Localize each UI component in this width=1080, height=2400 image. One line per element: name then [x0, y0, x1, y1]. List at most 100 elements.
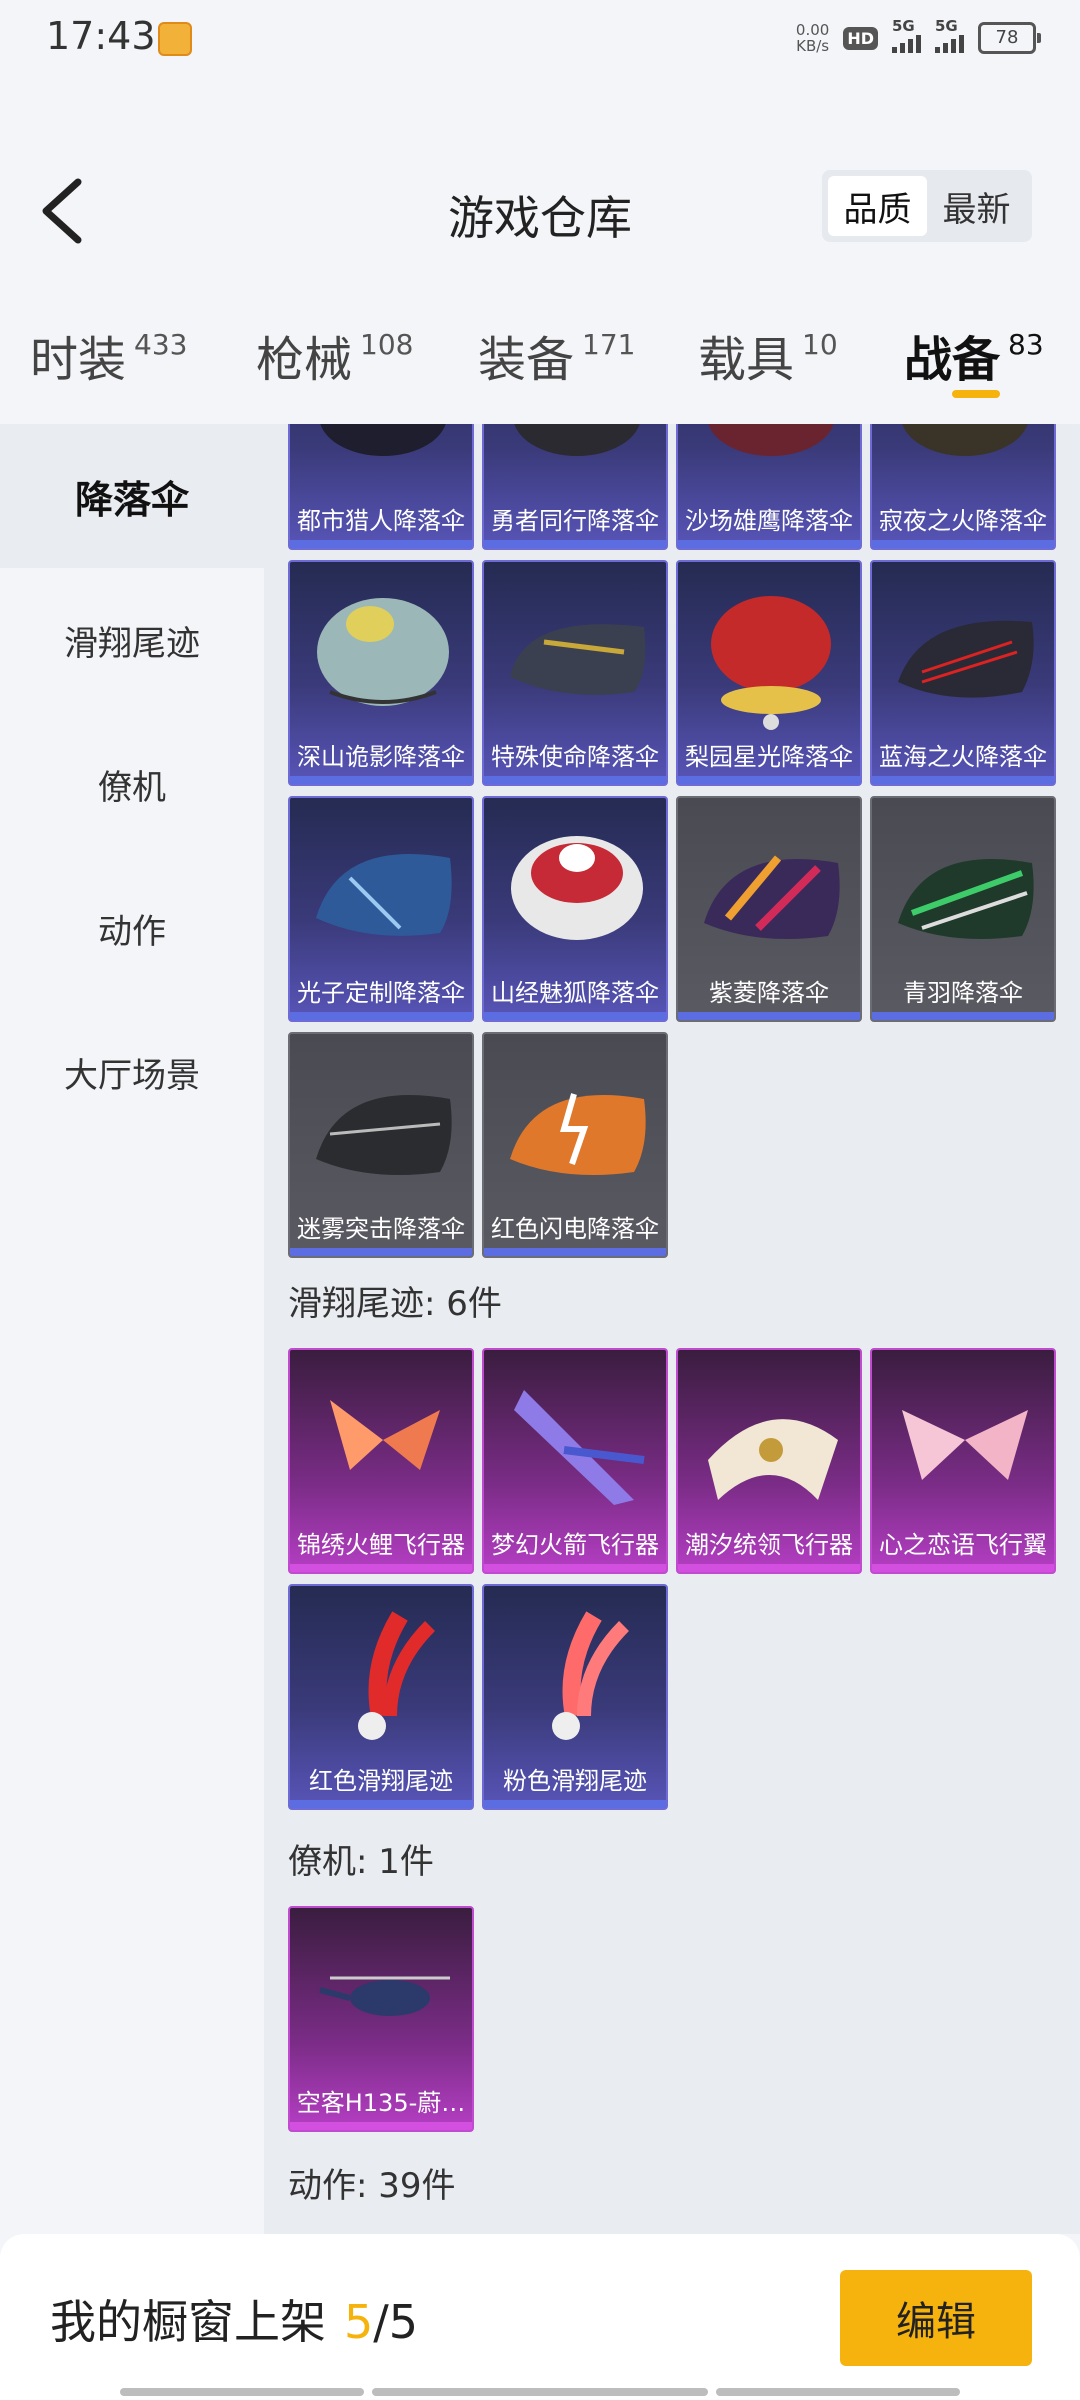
- sort-newest-button[interactable]: 最新: [927, 176, 1026, 236]
- sort-quality-button[interactable]: 品质: [828, 176, 927, 236]
- status-time: 17:43: [46, 14, 156, 58]
- tab-count: 433: [134, 328, 188, 361]
- tab-vehicles[interactable]: 载具 10: [698, 320, 838, 390]
- battery-icon: 78: [978, 22, 1041, 54]
- item-card[interactable]: 紫菱降落伞: [676, 796, 862, 1022]
- item-name: 迷雾突击降落伞: [297, 1215, 465, 1243]
- item-card[interactable]: 梨园星光降落伞: [676, 560, 862, 786]
- parachute-icon: [711, 596, 831, 730]
- item-card[interactable]: 空客H135-蔚…: [288, 1906, 474, 2132]
- parachute-icon: [317, 598, 449, 706]
- tab-equipment[interactable]: 装备 171: [478, 320, 635, 390]
- item-card[interactable]: 红色滑翔尾迹: [288, 1584, 474, 1810]
- item-card[interactable]: 潮汐统领飞行器: [676, 1348, 862, 1574]
- item-name: 都市猎人降落伞: [297, 507, 465, 535]
- item-card[interactable]: 勇者同行降落伞: [482, 424, 668, 550]
- sidebar-item-actions[interactable]: 动作: [0, 856, 264, 1000]
- showcase-count: 5: [344, 2295, 374, 2349]
- smoke-trail-icon: [358, 1611, 436, 1740]
- glider-icon: [708, 1419, 838, 1500]
- item-name: 寂夜之火降落伞: [879, 507, 1047, 535]
- item-card[interactable]: 沙场雄鹰降落伞: [676, 424, 862, 550]
- tab-label: 载具: [698, 332, 795, 388]
- item-card[interactable]: 梦幻火箭飞行器: [482, 1348, 668, 1574]
- tab-count: 10: [802, 328, 838, 361]
- parachute-icon: [898, 620, 1034, 698]
- app-notification-icon: [158, 22, 192, 56]
- category-tabs: 时装 433 枪械 108 装备 171 载具 10 战备 83: [0, 300, 1080, 420]
- tab-label: 枪械: [256, 332, 353, 388]
- item-card[interactable]: 心之恋语飞行翼: [870, 1348, 1056, 1574]
- net-speed-unit: KB/s: [796, 37, 830, 55]
- parachute-icon: [316, 1095, 452, 1176]
- item-card[interactable]: 锦绣火鲤飞行器: [288, 1348, 474, 1574]
- sidebar-item-glide-trail[interactable]: 滑翔尾迹: [0, 568, 264, 712]
- sidebar-item-lobby-scene[interactable]: 大厅场景: [0, 1000, 264, 1144]
- page-header: 游戏仓库 品质 最新: [0, 150, 1080, 270]
- sidebar-item-parachute[interactable]: 降落伞: [0, 424, 264, 568]
- tab-count: 108: [360, 328, 414, 361]
- parachute-icon: [704, 855, 840, 940]
- item-name: 特殊使命降落伞: [491, 743, 659, 771]
- status-bar: 17:43 0.00 KB/s HD 5G 5G 78: [0, 0, 1080, 80]
- item-name: 紫菱降落伞: [709, 979, 829, 1007]
- signal-label-2: 5G: [935, 17, 958, 35]
- item-card[interactable]: 深山诡影降落伞: [288, 560, 474, 786]
- helicopter-icon: [319, 1976, 450, 2016]
- item-card[interactable]: 迷雾突击降落伞: [288, 1032, 474, 1258]
- sidebar: 降落伞 滑翔尾迹 僚机 动作 大厅场景: [0, 424, 264, 2234]
- item-card[interactable]: 红色闪电降落伞: [482, 1032, 668, 1258]
- sidebar-item-wingman[interactable]: 僚机: [0, 712, 264, 856]
- item-name: 梨园星光降落伞: [685, 743, 853, 771]
- item-name: 锦绣火鲤飞行器: [297, 1531, 465, 1559]
- parachute-icon: [320, 424, 446, 456]
- glider-icon: [330, 1400, 440, 1470]
- showcase-text: 我的橱窗上架: [50, 2295, 326, 2349]
- item-name: 勇者同行降落伞: [491, 507, 659, 535]
- showcase-label: 我的橱窗上架 5/5: [50, 2286, 418, 2352]
- net-speed-value: 0.00: [795, 21, 830, 39]
- glider-icon: [514, 1390, 645, 1505]
- item-name: 红色闪电降落伞: [491, 1215, 659, 1243]
- section-title-wingman: 僚机: 1件: [288, 1842, 434, 1882]
- tab-fashion[interactable]: 时装 433: [30, 320, 187, 390]
- status-icons: 0.00 KB/s HD 5G 5G 78: [796, 17, 1041, 54]
- parachute-icon: [510, 1093, 646, 1176]
- item-card[interactable]: 青羽降落伞: [870, 796, 1056, 1022]
- tab-battle-gear[interactable]: 战备 83: [904, 320, 1044, 390]
- item-card[interactable]: 特殊使命降落伞: [482, 560, 668, 786]
- section-title-actions: 动作: 39件: [288, 2166, 456, 2206]
- item-name: 潮汐统领飞行器: [685, 1531, 853, 1559]
- net-speed: 0.00 KB/s: [796, 22, 829, 54]
- item-name: 红色滑翔尾迹: [309, 1767, 453, 1795]
- item-card[interactable]: 光子定制降落伞: [288, 796, 474, 1022]
- tab-label: 战备: [904, 332, 1001, 388]
- item-card[interactable]: 山经魅狐降落伞: [482, 796, 668, 1022]
- item-card[interactable]: 都市猎人降落伞: [288, 424, 474, 550]
- parachute-icon: [902, 424, 1028, 456]
- item-name: 梦幻火箭飞行器: [491, 1531, 659, 1559]
- item-card[interactable]: 蓝海之火降落伞: [870, 560, 1056, 786]
- tab-count: 171: [582, 328, 636, 361]
- item-name: 沙场雄鹰降落伞: [685, 507, 853, 535]
- item-name: 空客H135-蔚…: [296, 2089, 466, 2117]
- parachute-icon: [511, 836, 643, 940]
- item-name: 青羽降落伞: [903, 979, 1023, 1007]
- tab-guns[interactable]: 枪械 108: [256, 320, 413, 390]
- tab-count: 83: [1008, 328, 1044, 361]
- item-card[interactable]: 粉色滑翔尾迹: [482, 1584, 668, 1810]
- item-name: 粉色滑翔尾迹: [503, 1767, 647, 1795]
- parachute-icon: [708, 424, 834, 456]
- parachute-icon: [316, 854, 452, 936]
- edit-button[interactable]: 编辑: [840, 2270, 1032, 2366]
- active-tab-indicator: [952, 390, 1000, 398]
- item-name: 深山诡影降落伞: [297, 743, 465, 771]
- signal-icon-2: 5G: [935, 17, 964, 53]
- showcase-total: /5: [373, 2295, 419, 2349]
- parachute-icon: [898, 859, 1034, 940]
- parachute-icon: [510, 624, 646, 695]
- item-name: 光子定制降落伞: [297, 979, 465, 1007]
- item-name: 蓝海之火降落伞: [879, 743, 1047, 771]
- item-card[interactable]: 寂夜之火降落伞: [870, 424, 1056, 550]
- tab-label: 装备: [478, 332, 575, 388]
